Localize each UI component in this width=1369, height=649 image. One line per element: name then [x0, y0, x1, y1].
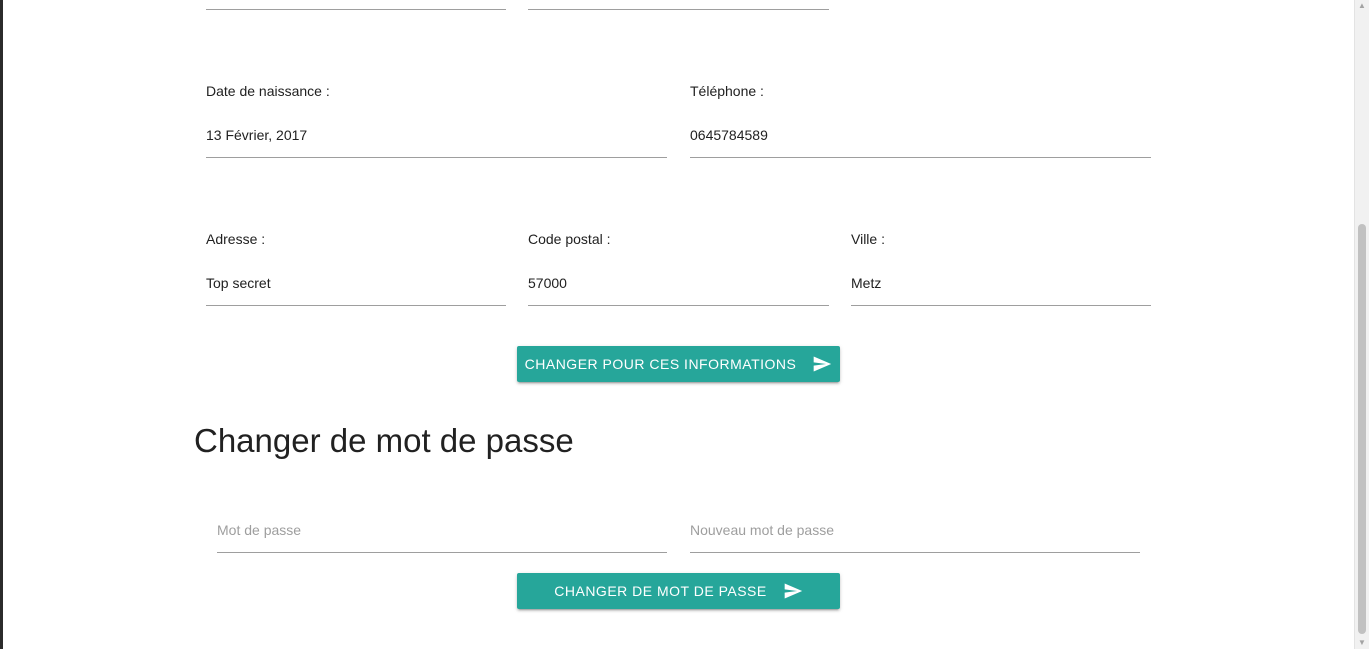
scroll-down-arrow-icon[interactable]: ▼ [1355, 637, 1369, 649]
current-password-field[interactable]: Mot de passe [217, 520, 667, 553]
postal-code-input[interactable]: 57000 [528, 273, 567, 293]
city-underline [851, 305, 1151, 306]
address-field[interactable]: Adresse : Top secret [206, 229, 506, 306]
new-password-input[interactable]: Nouveau mot de passe [690, 520, 834, 540]
password-section-title: Changer de mot de passe [194, 422, 574, 459]
postal-code-label: Code postal : [528, 231, 611, 247]
new-password-underline [690, 552, 1140, 553]
postal-code-underline [528, 305, 829, 306]
change-password-button-label: CHANGER DE MOT DE PASSE [554, 583, 767, 599]
birthdate-underline [206, 157, 667, 158]
birthdate-label: Date de naissance : [206, 83, 330, 99]
phone-input[interactable]: 0645784589 [690, 125, 768, 145]
field-underline-top-1 [206, 9, 506, 10]
update-info-button[interactable]: CHANGER POUR CES INFORMATIONS [517, 346, 840, 382]
change-password-button[interactable]: CHANGER DE MOT DE PASSE [517, 573, 840, 609]
birthdate-input[interactable]: 13 Février, 2017 [206, 125, 307, 145]
send-icon [783, 581, 803, 601]
vertical-scrollbar[interactable]: ▲ ▼ [1354, 0, 1369, 649]
address-input[interactable]: Top secret [206, 273, 271, 293]
window-left-edge [0, 0, 3, 649]
phone-underline [690, 157, 1151, 158]
scrollbar-thumb[interactable] [1358, 224, 1366, 634]
current-password-input[interactable]: Mot de passe [217, 520, 301, 540]
birthdate-field[interactable]: Date de naissance : 13 Février, 2017 [206, 81, 667, 158]
new-password-field[interactable]: Nouveau mot de passe [690, 520, 1140, 553]
update-info-button-label: CHANGER POUR CES INFORMATIONS [524, 356, 797, 372]
address-underline [206, 305, 506, 306]
send-icon [812, 354, 832, 374]
postal-code-field[interactable]: Code postal : 57000 [528, 229, 829, 306]
current-password-underline [217, 552, 667, 553]
address-label: Adresse : [206, 231, 266, 247]
scroll-up-arrow-icon[interactable]: ▲ [1355, 0, 1369, 12]
city-field[interactable]: Ville : Metz [851, 229, 1151, 306]
city-input[interactable]: Metz [851, 273, 881, 293]
field-underline-top-2 [528, 9, 829, 10]
phone-label: Téléphone : [690, 83, 764, 99]
city-label: Ville : [851, 231, 885, 247]
phone-field[interactable]: Téléphone : 0645784589 [690, 81, 1151, 158]
